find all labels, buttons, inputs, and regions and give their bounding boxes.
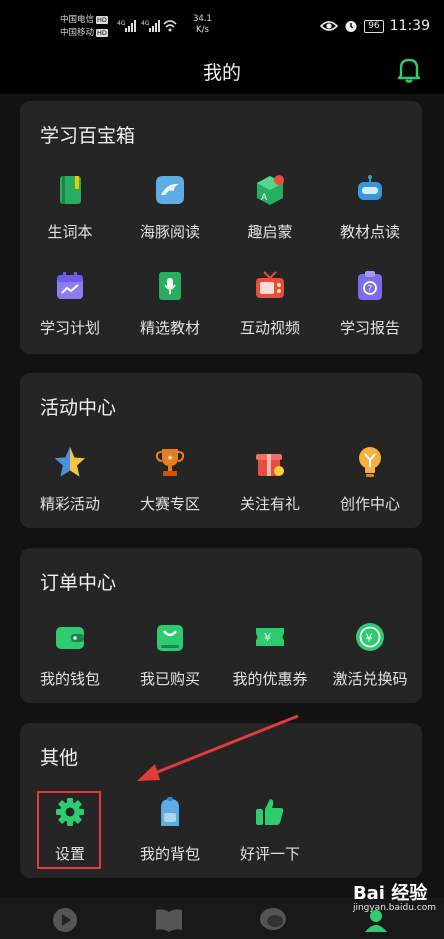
svg-text:¥: ¥ <box>264 631 271 644</box>
carrier-2: 中国移动 <box>60 28 95 38</box>
notebook-icon <box>60 176 81 204</box>
toolbox-item-textbook-reading[interactable]: 教材点读 <box>320 173 420 242</box>
abc-cube-icon: A <box>257 175 284 205</box>
toolbox-item-study-report[interactable]: ? 学习报告 <box>320 269 420 338</box>
play-icon[interactable] <box>51 906 79 934</box>
chat-icon[interactable] <box>258 906 288 934</box>
toolbox-title: 学习百宝箱 <box>40 125 136 147</box>
backpack-button[interactable]: 我的背包 <box>120 795 220 864</box>
watermark-url: jingyan.baidu.com <box>352 903 436 913</box>
report-icon: ? <box>358 271 382 300</box>
wallet-icon <box>56 627 84 649</box>
svg-text:4G: 4G <box>117 20 126 27</box>
toolbox-item-interactive-video[interactable]: 互动视频 <box>220 269 320 338</box>
watermark-brand: Bai 经验 <box>352 883 428 904</box>
toolbox-item-enlightenment[interactable]: A 趣启蒙 <box>220 173 320 242</box>
activity-item-contest[interactable]: ★ 大赛专区 <box>120 445 220 514</box>
signal-icon: 4G 4G <box>117 20 177 32</box>
watermark: Bai 经验 jingyan.baidu.com <box>352 883 436 915</box>
settings-highlight-box <box>37 791 101 869</box>
hd-badge: HD <box>96 28 108 37</box>
toolbox-card: 学习百宝箱 生词本 海豚阅读 A 趣启蒙 教材点读 学习计划 精选教材 互动视频… <box>20 101 422 354</box>
exchange-icon: ¥ <box>356 623 384 651</box>
carrier-info: 中国电信 HD 中国移动 HD <box>60 14 108 40</box>
activities-card: 活动中心 精彩活动 ★ 大赛专区 关注有礼 创作中心 <box>20 373 422 528</box>
gift-icon <box>256 454 284 476</box>
robot-icon <box>358 175 382 200</box>
others-title: 其他 <box>40 747 79 769</box>
toolbox-item-dolphin-reading[interactable]: 海豚阅读 <box>120 173 220 242</box>
tv-icon <box>256 271 284 298</box>
status-bar: 中国电信 HD 中国移动 HD 4G 4G 34.1 K/s 96 11:39 <box>0 0 444 50</box>
rate-app-button[interactable]: 好评一下 <box>220 795 320 864</box>
page-title: 我的 <box>202 62 241 84</box>
svg-text:?: ? <box>368 285 373 295</box>
eye-icon <box>320 21 339 31</box>
backpack-icon <box>161 797 179 826</box>
bell-icon[interactable] <box>396 56 422 84</box>
star-icon <box>55 447 85 477</box>
book-icon[interactable] <box>154 906 184 934</box>
order-item-purchased[interactable]: 我已购买 <box>120 620 220 689</box>
hd-badge: HD <box>96 15 108 24</box>
alarm-icon <box>345 21 357 32</box>
svg-text:A: A <box>261 193 268 203</box>
toolbox-item-vocabulary[interactable]: 生词本 <box>20 173 120 242</box>
activity-item-follow-gift[interactable]: 关注有礼 <box>220 445 320 514</box>
toolbox-item-selected-textbooks[interactable]: 精选教材 <box>120 269 220 338</box>
dolphin-icon <box>156 176 184 204</box>
battery-icon: 96 <box>364 19 384 33</box>
activities-title: 活动中心 <box>40 397 117 419</box>
network-speed: 34.1 K/s <box>193 14 212 35</box>
title-bar: 我的 <box>0 50 444 94</box>
order-item-coupons[interactable]: ¥ 我的优惠券 <box>220 620 320 689</box>
toolbox-item-study-plan[interactable]: 学习计划 <box>20 269 120 338</box>
calendar-icon <box>57 272 83 299</box>
coupon-icon: ¥ <box>256 628 284 646</box>
activity-item-creation-center[interactable]: 创作中心 <box>320 445 420 514</box>
order-item-redeem-code[interactable]: ¥ 激活兑换码 <box>320 620 420 689</box>
thumbs-up-icon <box>256 799 284 825</box>
shopping-bag-icon <box>157 625 183 651</box>
svg-text:★: ★ <box>167 454 173 462</box>
svg-text:¥: ¥ <box>366 632 373 645</box>
clock: 11:39 <box>389 18 430 34</box>
carrier-1: 中国电信 <box>60 15 95 25</box>
bulb-icon <box>359 447 381 477</box>
order-item-wallet[interactable]: 我的钱包 <box>20 620 120 689</box>
orders-card: 订单中心 我的钱包 我已购买 ¥ 我的优惠券 ¥ 激活兑换码 <box>20 548 422 703</box>
svg-text:4G: 4G <box>141 20 150 27</box>
activity-item-events[interactable]: 精彩活动 <box>20 445 120 514</box>
orders-title: 订单中心 <box>40 572 117 594</box>
trophy-icon: ★ <box>155 449 185 476</box>
book-mic-icon <box>159 272 181 300</box>
